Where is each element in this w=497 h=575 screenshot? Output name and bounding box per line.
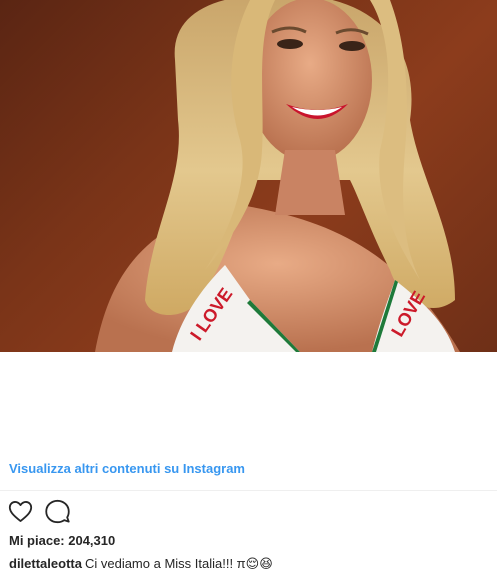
caption-text: Ci vediamo a Miss Italia!!! π😌😆 [84,556,273,571]
likes-count[interactable]: Mi piace: 204,310 [9,533,115,548]
heart-outline-icon[interactable] [7,498,34,525]
action-bar [7,498,71,526]
post-image[interactable]: I LOVE LOVE [0,0,497,352]
speech-bubble-icon[interactable] [44,498,71,525]
caption-username[interactable]: dilettaleotta [9,556,82,571]
view-more-link[interactable]: Visualizza altri contenuti su Instagram [9,461,245,476]
post-caption: dilettaleotta Ci vediamo a Miss Italia!!!… [9,556,273,572]
divider [0,490,497,491]
